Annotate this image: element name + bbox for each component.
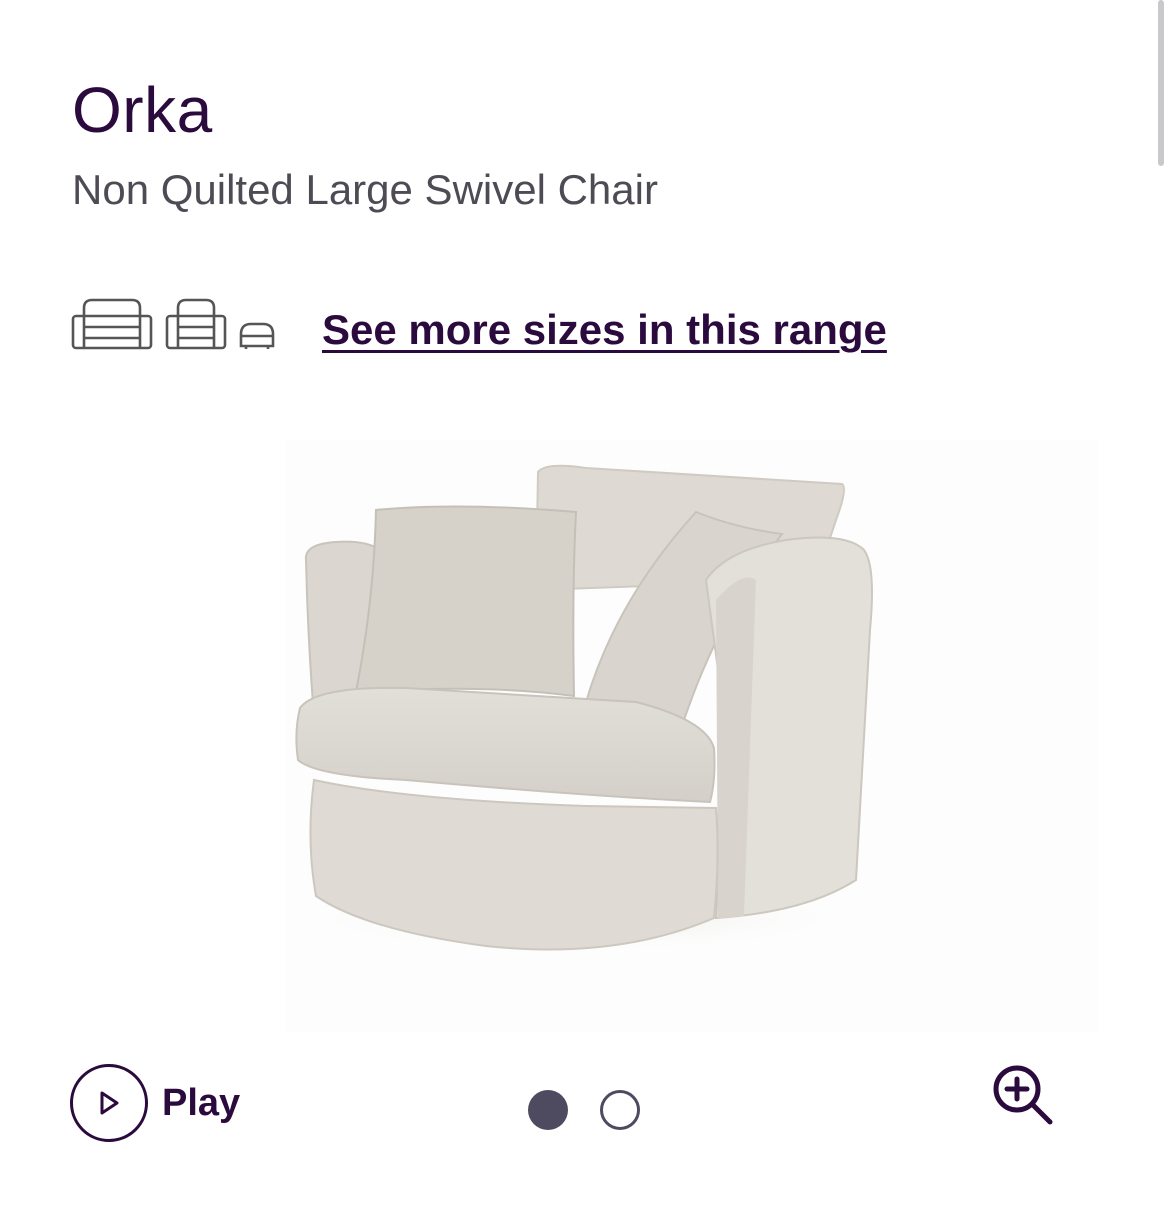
play-icon [70,1064,148,1142]
carousel-dot-1[interactable] [528,1090,568,1130]
page-scrollbar[interactable] [1158,0,1164,166]
armchair-icon [164,296,228,350]
play-video-button[interactable]: Play [70,1064,240,1142]
zoom-in-button[interactable] [990,1062,1058,1130]
product-image[interactable] [286,440,1098,1032]
zoom-in-icon [990,1062,1058,1130]
footstool-icon [238,320,276,350]
see-more-sizes-link[interactable]: See more sizes in this range [322,304,887,356]
sofa-icon [70,296,154,350]
play-label: Play [162,1081,241,1124]
carousel-pagination [528,1090,640,1130]
product-title: Orka [72,74,213,146]
product-subtitle: Non Quilted Large Swivel Chair [72,166,658,213]
range-size-icons [70,296,276,350]
carousel-dot-2[interactable] [600,1090,640,1130]
